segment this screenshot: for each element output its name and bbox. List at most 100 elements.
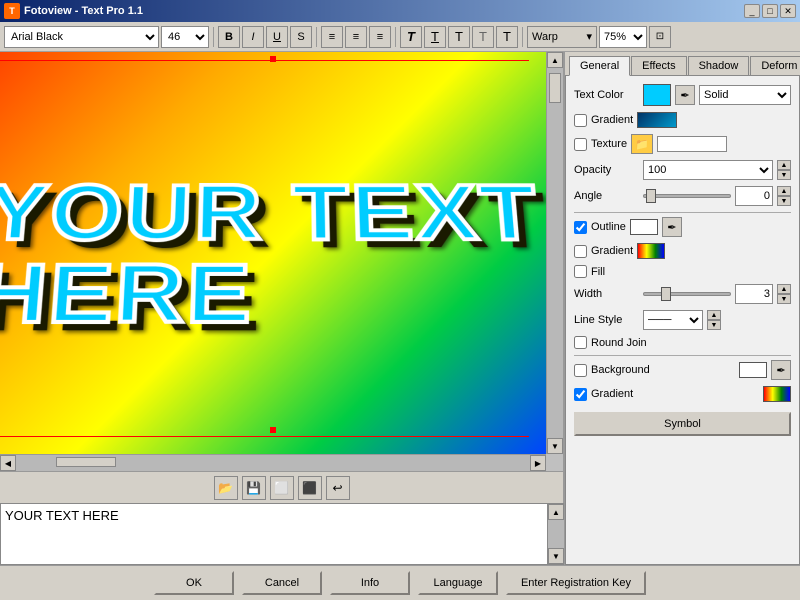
opacity-row: Opacity 100 ▲ ▼ xyxy=(574,160,791,180)
width-up-btn[interactable]: ▲ xyxy=(777,284,791,294)
cancel-button[interactable]: Cancel xyxy=(242,571,322,595)
background-checkbox[interactable] xyxy=(574,364,587,377)
background-color-dropper[interactable]: ✒ xyxy=(771,360,791,380)
font-size-select[interactable]: 46 xyxy=(161,26,209,48)
bold-button[interactable]: B xyxy=(218,26,240,48)
opacity-select[interactable]: 100 xyxy=(643,160,773,180)
texture-checkbox[interactable] xyxy=(574,138,587,151)
info-button[interactable]: Info xyxy=(330,571,410,595)
canvas-vscroll[interactable]: ▲ ▼ xyxy=(546,52,563,454)
gradient-label: Gradient xyxy=(591,114,633,126)
font-family-select[interactable]: Arial Black xyxy=(4,26,159,48)
width-down-btn[interactable]: ▼ xyxy=(777,294,791,304)
undo-button[interactable]: ↩ xyxy=(326,476,350,500)
angle-slider[interactable] xyxy=(643,194,731,198)
symbol-button[interactable]: Symbol xyxy=(574,412,791,436)
ok-button[interactable]: OK xyxy=(154,571,234,595)
background-color-swatch[interactable] xyxy=(739,362,767,378)
guide-handle-bottom[interactable] xyxy=(270,427,276,433)
gradient-checkbox[interactable] xyxy=(574,114,587,127)
text-style-btn5[interactable]: T xyxy=(496,26,518,48)
zoom-select[interactable]: 75% xyxy=(599,26,647,48)
hscroll-right-button[interactable]: ▶ xyxy=(530,455,546,471)
warp-dropdown-button[interactable]: Warp ▾ xyxy=(527,26,597,48)
text-color-dropper[interactable]: ✒ xyxy=(675,85,695,105)
bg-gradient-swatch[interactable] xyxy=(763,386,791,402)
open-file-button[interactable]: 📂 xyxy=(214,476,238,500)
round-join-row: Round Join xyxy=(574,336,791,349)
italic-button[interactable]: I xyxy=(242,26,264,48)
width-slider-thumb[interactable] xyxy=(661,287,671,301)
width-slider[interactable] xyxy=(643,292,731,296)
underline-button[interactable]: U xyxy=(266,26,288,48)
text-style-btn4[interactable]: T xyxy=(472,26,494,48)
guide-handle-top[interactable] xyxy=(270,56,276,62)
hscroll-thumb[interactable] xyxy=(56,457,116,467)
tab-deform[interactable]: Deform xyxy=(750,56,800,75)
texture-folder-button[interactable]: 📁 xyxy=(631,134,653,154)
opacity-label: Opacity xyxy=(574,164,639,176)
tab-general[interactable]: General xyxy=(569,56,630,76)
vscroll-up-button[interactable]: ▲ xyxy=(547,52,563,68)
gradient-swatch[interactable] xyxy=(637,112,677,128)
angle-up-btn[interactable]: ▲ xyxy=(777,186,791,196)
width-value-input[interactable] xyxy=(735,284,773,304)
paste-button[interactable]: ⬛ xyxy=(298,476,322,500)
fit-window-button[interactable]: ⊡ xyxy=(649,26,671,48)
text-input-container[interactable]: ▲ ▼ xyxy=(0,503,564,565)
opacity-up-btn[interactable]: ▲ xyxy=(777,160,791,170)
angle-slider-thumb[interactable] xyxy=(646,189,656,203)
canvas-hscroll[interactable]: ◀ ▶ xyxy=(0,454,546,471)
outline-color-dropper[interactable]: ✒ xyxy=(662,217,682,237)
tab-effects[interactable]: Effects xyxy=(631,56,686,75)
texture-label: Texture xyxy=(591,138,627,150)
text-style-btn1[interactable]: T xyxy=(400,26,422,48)
width-label: Width xyxy=(574,288,639,300)
align-left-button[interactable]: ≡ xyxy=(321,26,343,48)
copy-button[interactable]: ⬜ xyxy=(270,476,294,500)
strikethrough-button[interactable]: S xyxy=(290,26,312,48)
bg-gradient-checkbox[interactable] xyxy=(574,388,587,401)
align-right-button[interactable]: ≡ xyxy=(369,26,391,48)
close-button[interactable]: ✕ xyxy=(780,4,796,18)
text-style-btn2[interactable]: T xyxy=(424,26,446,48)
round-join-checkbox[interactable] xyxy=(574,336,587,349)
hscroll-track[interactable] xyxy=(16,455,530,471)
text-vscroll-up[interactable]: ▲ xyxy=(548,504,564,520)
fill-checkbox[interactable] xyxy=(574,265,587,278)
text-style-btn3[interactable]: T xyxy=(448,26,470,48)
warp-arrow-icon: ▾ xyxy=(586,30,592,43)
line-style-select[interactable]: ─── xyxy=(643,310,703,330)
outline-gradient-row: Gradient xyxy=(574,243,791,259)
language-button[interactable]: Language xyxy=(418,571,498,595)
divider-2 xyxy=(574,355,791,356)
outline-color-swatch[interactable] xyxy=(630,219,658,235)
opacity-spinner: ▲ ▼ xyxy=(777,160,791,180)
text-color-style-select[interactable]: Solid xyxy=(699,85,791,105)
align-center-button[interactable]: ≡ xyxy=(345,26,367,48)
minimize-button[interactable]: _ xyxy=(744,4,760,18)
text-input-field[interactable] xyxy=(1,504,547,564)
vscroll-track[interactable] xyxy=(547,68,563,438)
angle-value-input[interactable] xyxy=(735,186,773,206)
outline-gradient-swatch[interactable] xyxy=(637,243,665,259)
angle-row: Angle ▲ ▼ xyxy=(574,186,791,206)
line-style-down-btn[interactable]: ▼ xyxy=(707,320,721,330)
outline-gradient-checkbox[interactable] xyxy=(574,245,587,258)
vscroll-thumb[interactable] xyxy=(549,73,561,103)
canvas-area[interactable]: YOUR TEXT HERE ▲ ▼ ◀ ▶ xyxy=(0,52,564,471)
line-style-up-btn[interactable]: ▲ xyxy=(707,310,721,320)
angle-down-btn[interactable]: ▼ xyxy=(777,196,791,206)
hscroll-left-button[interactable]: ◀ xyxy=(0,455,16,471)
text-color-swatch[interactable] xyxy=(643,84,671,106)
text-vscroll-down[interactable]: ▼ xyxy=(548,548,564,564)
angle-label: Angle xyxy=(574,190,639,202)
text-vscroll[interactable]: ▲ ▼ xyxy=(547,504,564,564)
vscroll-down-button[interactable]: ▼ xyxy=(547,438,563,454)
opacity-down-btn[interactable]: ▼ xyxy=(777,170,791,180)
maximize-button[interactable]: □ xyxy=(762,4,778,18)
tab-shadow[interactable]: Shadow xyxy=(688,56,750,75)
save-file-button[interactable]: 💾 xyxy=(242,476,266,500)
outline-checkbox[interactable] xyxy=(574,221,587,234)
registration-button[interactable]: Enter Registration Key xyxy=(506,571,646,595)
